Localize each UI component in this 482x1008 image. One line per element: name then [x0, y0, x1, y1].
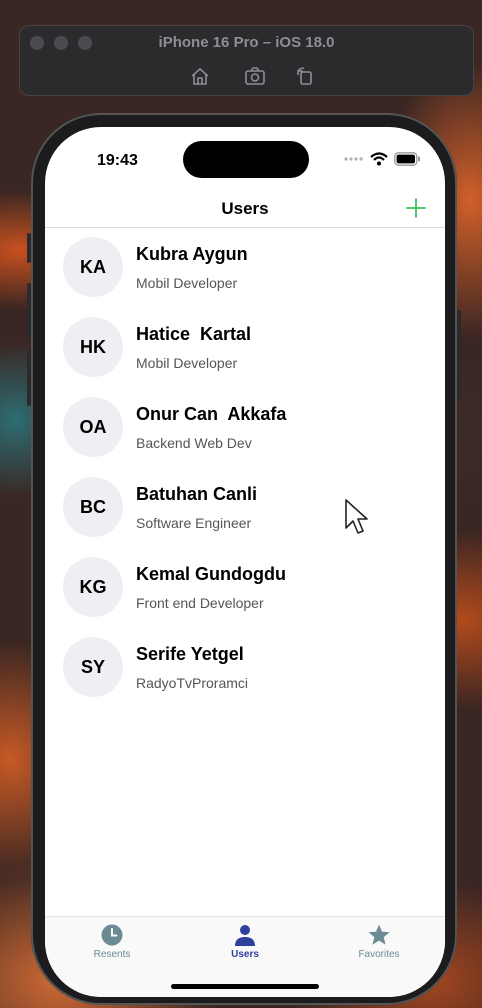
action-button[interactable] [27, 233, 31, 263]
tab-favorites[interactable]: Favorites [319, 923, 439, 960]
status-indicators [344, 151, 421, 167]
tab-label: Favorites [358, 949, 400, 960]
battery-icon [394, 152, 420, 166]
user-role: Mobil Developer [136, 355, 238, 371]
user-name: Batuhan Canli [136, 484, 258, 504]
status-time: 19:43 [97, 152, 138, 169]
mouse-cursor-icon [345, 499, 368, 534]
tab-label: Resents [93, 949, 131, 960]
user-name: Kemal Gundogdu [136, 564, 286, 584]
cellular-signal-icon [344, 157, 363, 161]
home-indicator[interactable] [171, 984, 319, 989]
user-row[interactable]: HK Hatice Kartal Mobil Developer [45, 308, 445, 388]
simulator-title: iPhone 16 Pro – iOS 18.0 [158, 34, 335, 51]
user-name: Serife Yetgel [136, 644, 244, 664]
screenshot-icon[interactable] [244, 66, 266, 86]
user-avatar: HK [63, 317, 123, 377]
power-button[interactable] [457, 310, 461, 400]
star-icon [368, 924, 390, 945]
add-user-button[interactable] [405, 197, 427, 219]
user-role: Software Engineer [136, 515, 252, 531]
user-name: Onur Can Akkafa [136, 404, 287, 424]
home-icon[interactable] [189, 66, 211, 86]
user-avatar: KA [63, 237, 123, 297]
person-icon [235, 925, 255, 946]
tab-label: Users [231, 949, 259, 960]
user-role: Mobil Developer [136, 275, 238, 291]
volume-up-button[interactable] [27, 283, 31, 339]
dynamic-island [183, 141, 309, 178]
users-list: KA Kubra Aygun Mobil Developer HK Hatice… [45, 228, 445, 708]
page-title: Users [221, 199, 269, 218]
simulator-toolbar: iPhone 16 Pro – iOS 18.0 [19, 25, 474, 96]
user-avatar: OA [63, 397, 123, 457]
user-role: RadyoTvProramci [136, 675, 249, 691]
phone-screen: 19:43 Users KA Kubra Aygun Mobil Develop… [45, 127, 445, 997]
volume-down-button[interactable] [27, 350, 31, 406]
user-row[interactable]: SY Serife Yetgel RadyoTvProramci [45, 628, 445, 708]
user-avatar: SY [63, 637, 123, 697]
tab-users[interactable]: Users [185, 923, 305, 960]
tab-resents[interactable]: Resents [52, 923, 172, 960]
user-role: Front end Developer [136, 595, 264, 611]
user-row[interactable]: KG Kemal Gundogdu Front end Developer [45, 548, 445, 628]
plus-icon [406, 198, 426, 218]
clock-icon [101, 924, 123, 946]
rotate-icon[interactable] [294, 66, 316, 86]
user-name: Hatice Kartal [136, 324, 252, 344]
user-avatar: BC [63, 477, 123, 537]
user-row[interactable]: KA Kubra Aygun Mobil Developer [45, 228, 445, 308]
user-row[interactable]: OA Onur Can Akkafa Backend Web Dev [45, 388, 445, 468]
user-avatar: KG [63, 557, 123, 617]
wifi-icon [370, 152, 388, 166]
user-role: Backend Web Dev [136, 435, 252, 451]
user-name: Kubra Aygun [136, 244, 248, 264]
user-row[interactable]: BC Batuhan Canli Software Engineer [45, 468, 445, 548]
